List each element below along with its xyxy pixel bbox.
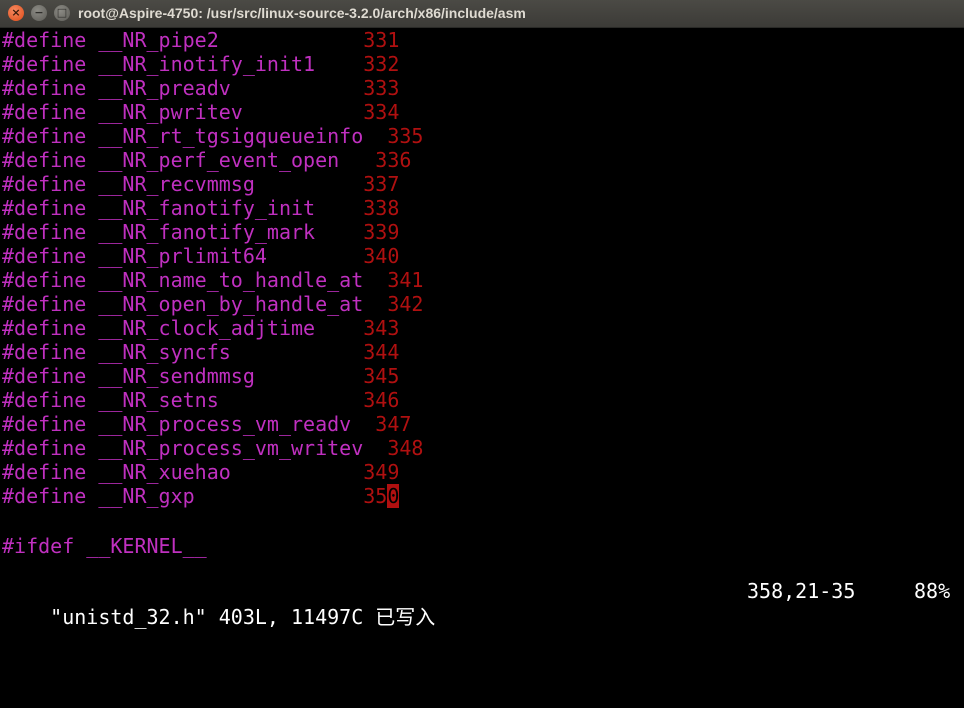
- syscall-number: 338: [363, 196, 400, 220]
- define-text: #define __NR_preadv: [2, 76, 340, 100]
- define-text: #define __NR_inotify_init1: [2, 52, 340, 76]
- close-window-button[interactable]: ×: [8, 5, 24, 21]
- define-text: #define __NR_recvmmsg: [2, 172, 340, 196]
- text-cursor: 0: [387, 484, 400, 508]
- code-line: #define __NR_pwritev 334: [2, 100, 399, 124]
- vim-editor[interactable]: #define __NR_pipe2 331 #define __NR_inoti…: [0, 28, 964, 629]
- syscall-number: 341: [387, 268, 424, 292]
- close-icon: ×: [11, 6, 21, 19]
- define-text: #define __NR_clock_adjtime: [2, 316, 340, 340]
- ifdef-line: #ifdef __KERNEL__: [2, 534, 207, 558]
- code-line: #define __NR_preadv 333: [2, 76, 399, 100]
- define-text: #define __NR_open_by_handle_at: [2, 292, 364, 316]
- syscall-number: 336: [375, 148, 412, 172]
- code-line: #define __NR_name_to_handle_at 341: [2, 268, 423, 292]
- syscall-number: 349: [363, 460, 400, 484]
- define-text: #define __NR_fanotify_init: [2, 196, 340, 220]
- define-text: #define __NR_perf_event_open: [2, 148, 352, 172]
- window-titlebar: × − □ root@Aspire-4750: /usr/src/linux-s…: [0, 0, 964, 28]
- minimize-window-button[interactable]: −: [31, 5, 47, 21]
- define-text: #define __NR_process_vm_writev: [2, 436, 364, 460]
- define-text: #define __NR_fanotify_mark: [2, 220, 340, 244]
- code-line: #define __NR_clock_adjtime 343: [2, 316, 399, 340]
- syscall-number: 331: [363, 28, 400, 52]
- code-line: #define __NR_setns 346: [2, 388, 399, 412]
- maximize-window-button[interactable]: □: [54, 5, 70, 21]
- cursor-position: 358,21-35: [747, 579, 856, 603]
- code-line: #define __NR_inotify_init1 332: [2, 52, 399, 76]
- syscall-number: 334: [363, 100, 400, 124]
- define-text: #define __NR_sendmmsg: [2, 364, 340, 388]
- define-text: #define __NR_xuehao: [2, 460, 340, 484]
- code-line: #define __NR_rt_tgsigqueueinfo 335: [2, 124, 423, 148]
- syscall-number: 335: [387, 124, 424, 148]
- scroll-percent: 88%: [914, 579, 951, 603]
- syscall-number: 346: [363, 388, 400, 412]
- code-line: #define __NR_process_vm_readv 347: [2, 412, 411, 436]
- syscall-number: 339: [363, 220, 400, 244]
- code-line: #define __NR_prlimit64 340: [2, 244, 399, 268]
- define-text: #define __NR_pwritev: [2, 100, 340, 124]
- syscall-number: 347: [375, 412, 412, 436]
- code-line: #define __NR_syncfs 344: [2, 340, 399, 364]
- window-title: root@Aspire-4750: /usr/src/linux-source-…: [78, 5, 526, 21]
- vim-status-line: "unistd_32.h" 403L, 11497C 已写入 358,21-35…: [2, 578, 960, 629]
- code-line: #define __NR_fanotify_init 338: [2, 196, 399, 220]
- define-text: #define __NR_syncfs: [2, 340, 340, 364]
- minimize-icon: −: [34, 6, 44, 19]
- syscall-number: 333: [363, 76, 400, 100]
- syscall-number: 340: [363, 244, 400, 268]
- define-text: #define __NR_name_to_handle_at: [2, 268, 364, 292]
- code-line: #define __NR_pipe2 331: [2, 28, 399, 52]
- define-text: #define __NR_setns: [2, 388, 340, 412]
- syscall-number: 332: [363, 52, 400, 76]
- define-text: #define __NR_process_vm_readv: [2, 412, 352, 436]
- code-line: #define __NR_xuehao 349: [2, 460, 399, 484]
- syscall-number: 35: [363, 484, 388, 508]
- syscall-number: 344: [363, 340, 400, 364]
- code-line: #define __NR_open_by_handle_at 342: [2, 292, 423, 316]
- syscall-number: 343: [363, 316, 400, 340]
- code-line: #define __NR_recvmmsg 337: [2, 172, 399, 196]
- code-line: #define __NR_gxp 350: [2, 484, 400, 508]
- syscall-number: 337: [363, 172, 400, 196]
- syscall-number: 342: [387, 292, 424, 316]
- define-text: #define __NR_gxp: [2, 484, 340, 508]
- define-text: #define __NR_rt_tgsigqueueinfo: [2, 124, 364, 148]
- code-line: #define __NR_perf_event_open 336: [2, 148, 411, 172]
- code-line: #define __NR_process_vm_writev 348: [2, 436, 423, 460]
- maximize-icon: □: [56, 6, 68, 19]
- file-info: "unistd_32.h" 403L, 11497C 已写入: [50, 605, 436, 629]
- code-line: #define __NR_fanotify_mark 339: [2, 220, 399, 244]
- define-text: #define __NR_prlimit64: [2, 244, 340, 268]
- syscall-number: 348: [387, 436, 424, 460]
- code-line: #define __NR_sendmmsg 345: [2, 364, 399, 388]
- syscall-number: 345: [363, 364, 400, 388]
- define-text: #define __NR_pipe2: [2, 28, 340, 52]
